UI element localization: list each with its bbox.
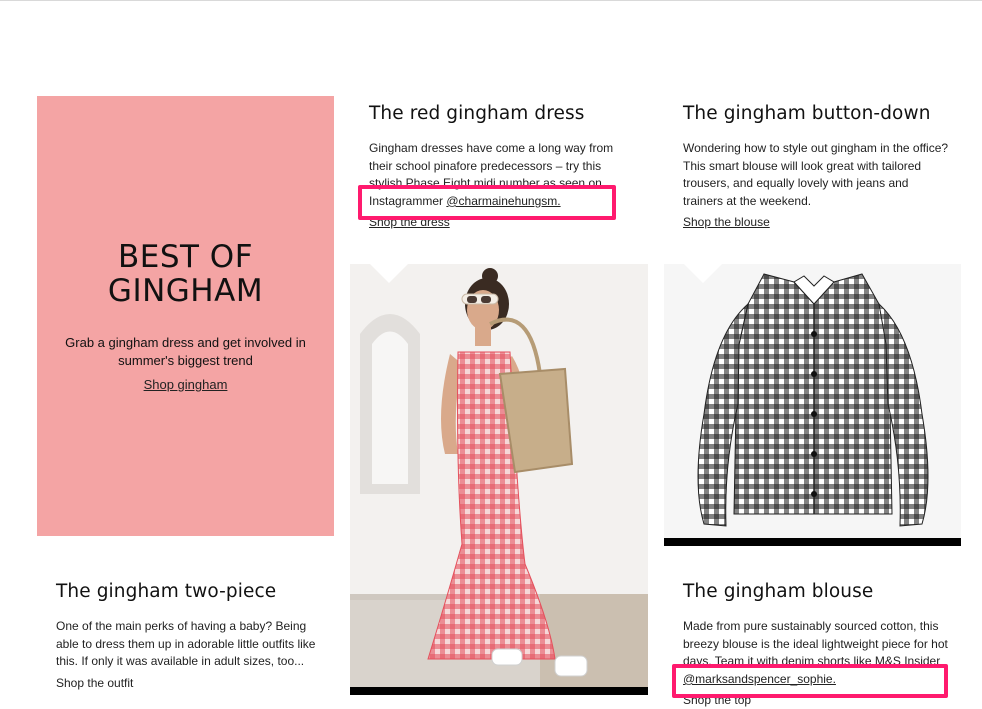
shop-the-outfit-link[interactable]: Shop the outfit [56, 676, 133, 690]
article-body: Wondering how to style out gingham in th… [683, 141, 949, 208]
article-title: The gingham button-down [683, 103, 931, 124]
article-gingham-blouse: The gingham blouse Made from pure sustai… [683, 581, 953, 709]
article-title: The gingham two-piece [56, 581, 277, 602]
blouse-photo [664, 264, 961, 546]
article-body: Gingham dresses have come a long way fro… [369, 141, 614, 208]
instagram-handle-link[interactable]: @charmainehungsm. [446, 194, 560, 208]
shop-the-dress-link[interactable]: Shop the dress [369, 215, 450, 229]
image-notch [370, 264, 408, 283]
red-gingham-dress-image[interactable] [350, 264, 648, 695]
article-body: Made from pure sustainably sourced cotto… [683, 619, 948, 686]
dress-photo [350, 264, 648, 695]
article-body: One of the main perks of having a baby? … [56, 619, 316, 669]
article-title: The red gingham dress [369, 103, 585, 124]
gingham-blouse-image[interactable] [664, 264, 961, 546]
image-bottom-bar [664, 538, 961, 546]
article-red-gingham-dress: The red gingham dress Gingham dresses ha… [369, 103, 637, 231]
article-gingham-two-piece: The gingham two-piece One of the main pe… [56, 581, 316, 692]
image-bottom-bar [350, 687, 648, 695]
hero-title: BEST OF GINGHAM [107, 239, 264, 309]
shop-the-blouse-link[interactable]: Shop the blouse [683, 215, 770, 229]
instagram-handle-link[interactable]: @marksandspencer_sophie. [683, 672, 836, 686]
shop-gingham-link[interactable]: Shop gingham [144, 377, 228, 392]
top-divider [0, 0, 982, 1]
shop-the-top-link[interactable]: Shop the top [683, 693, 751, 707]
best-of-gingham-hero: BEST OF GINGHAM Grab a gingham dress and… [37, 96, 334, 536]
hero-text: Grab a gingham dress and get involved in… [65, 335, 306, 368]
article-gingham-button-down: The gingham button-down Wondering how to… [683, 103, 951, 231]
image-notch [684, 264, 722, 283]
article-title: The gingham blouse [683, 581, 874, 602]
